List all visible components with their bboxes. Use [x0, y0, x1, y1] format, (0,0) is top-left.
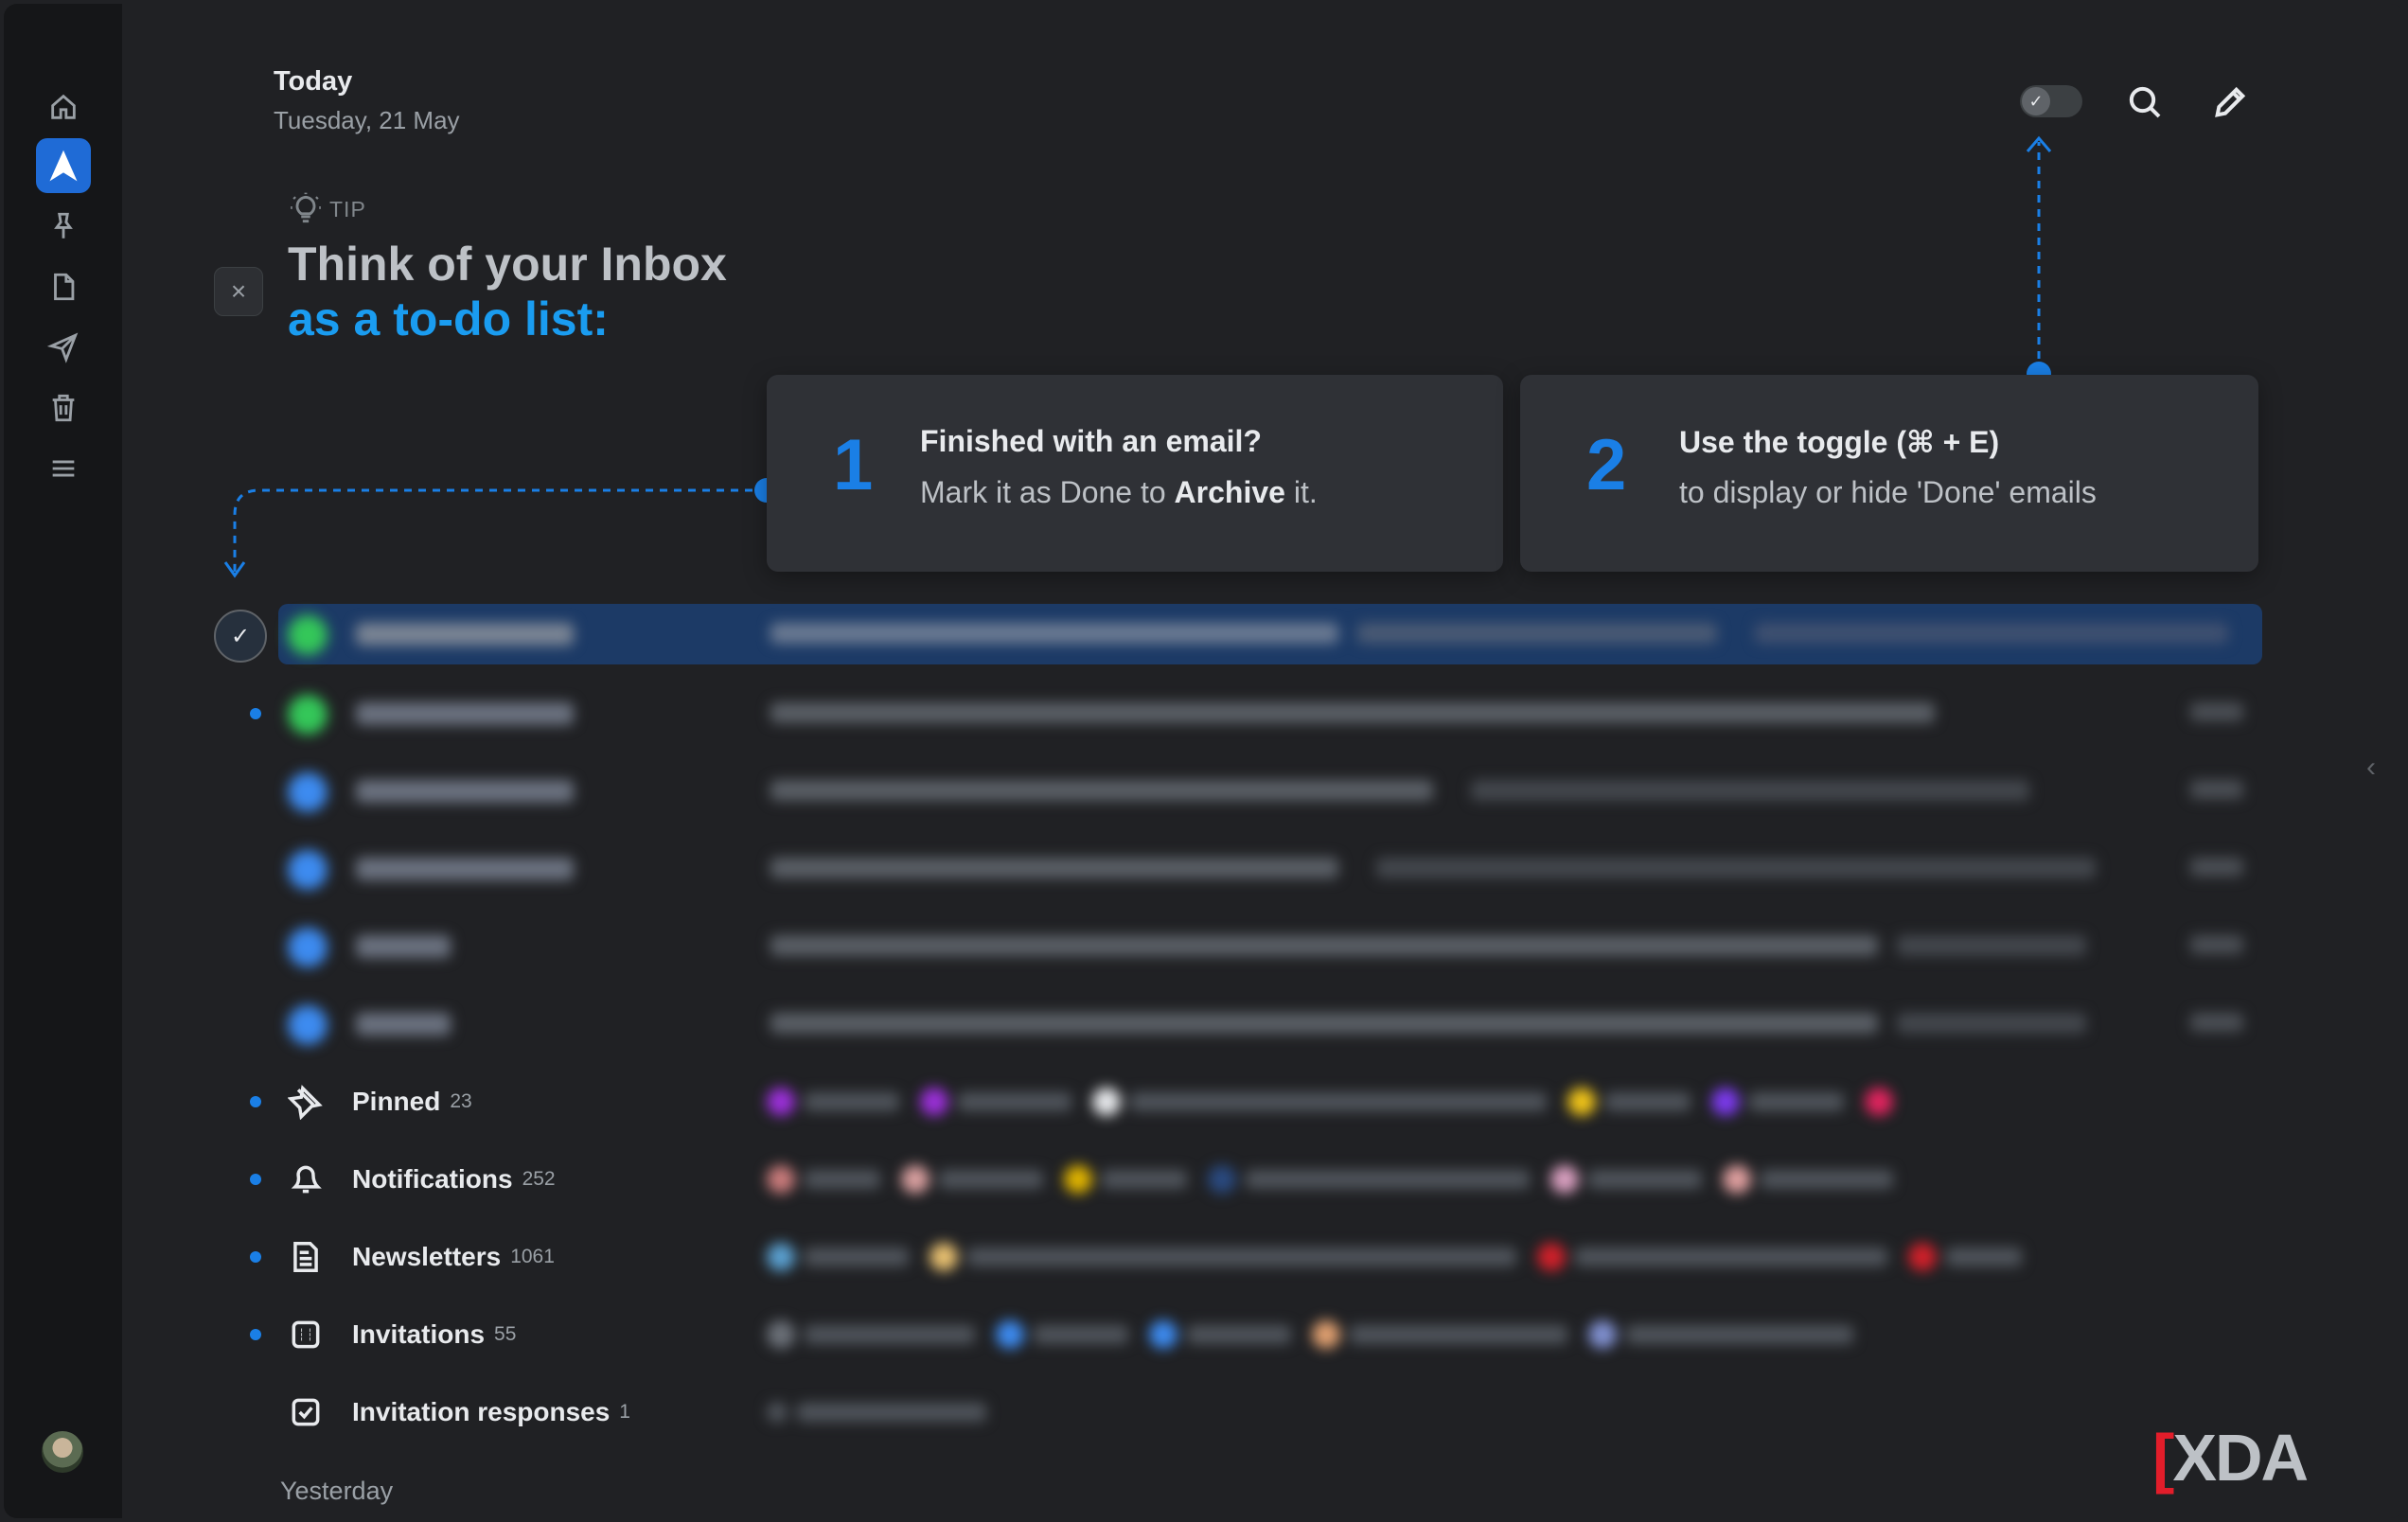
email-row[interactable] — [278, 839, 2262, 899]
page-title: Today — [274, 66, 353, 97]
email-row[interactable] — [278, 761, 2262, 822]
tip-card-1: 1 Finished with an email? Mark it as Don… — [767, 375, 1503, 572]
home-icon — [51, 94, 76, 119]
paper-plane-icon — [47, 332, 79, 363]
send-arrow-icon — [49, 150, 78, 182]
done-toggle[interactable]: ✓ — [2020, 85, 2082, 117]
card-number: 1 — [833, 425, 874, 505]
card-number: 2 — [1586, 425, 1627, 505]
bell-icon — [291, 1165, 322, 1194]
avatar — [288, 772, 328, 812]
tip-headline-highlight: as a to-do list: — [288, 292, 609, 345]
avatar — [288, 695, 328, 734]
newspaper-icon — [293, 1242, 318, 1272]
email-row[interactable] — [278, 994, 2262, 1054]
category-pinned[interactable]: Pinned 23 — [288, 1078, 472, 1125]
close-icon: × — [230, 276, 247, 306]
unread-dot — [250, 708, 261, 719]
avatar[interactable] — [42, 1431, 83, 1473]
pin-icon — [288, 1085, 323, 1120]
page-date: Tuesday, 21 May — [274, 106, 460, 134]
sidebar-home[interactable] — [36, 80, 91, 134]
section-header-yesterday: Yesterday — [280, 1477, 394, 1505]
category-invitations[interactable]: Invitations 55 — [288, 1311, 516, 1358]
compose-button[interactable] — [2211, 83, 2249, 121]
xda-watermark: [XDA — [2152, 1421, 2309, 1495]
trash-icon — [52, 394, 75, 422]
xda-logo-bracket-icon: [ — [2152, 1421, 2174, 1495]
check-icon: ✓ — [2022, 87, 2050, 115]
check-icon: ✓ — [230, 623, 251, 649]
unread-dot — [250, 1174, 261, 1185]
sidebar — [4, 4, 122, 1518]
sidebar-trash[interactable] — [36, 380, 91, 435]
document-icon — [54, 273, 75, 301]
close-tip-button[interactable]: × — [214, 267, 263, 316]
unread-dot — [250, 1329, 261, 1340]
avatar — [288, 1005, 328, 1045]
card-line-2: to display or hide 'Done' emails — [1679, 475, 2097, 509]
card-line-1: Finished with an email? — [920, 424, 1262, 458]
email-row[interactable] — [278, 604, 2262, 664]
avatar — [288, 928, 328, 967]
sidebar-smart-inbox[interactable] — [36, 138, 91, 193]
card-line-1: Use the toggle (⌘ + E) — [1679, 425, 2000, 459]
pin-icon — [54, 212, 73, 239]
unread-dot — [250, 1251, 261, 1263]
category-newsletters[interactable]: Newsletters 1061 — [288, 1233, 555, 1281]
avatar — [288, 615, 328, 655]
sidebar-pinned[interactable] — [36, 199, 91, 254]
search-button[interactable] — [2126, 83, 2164, 121]
tip-label: TIP — [288, 191, 366, 227]
menu-icon — [52, 460, 75, 477]
calendar-check-icon — [292, 1398, 320, 1426]
mark-done-button[interactable]: ✓ — [214, 610, 267, 663]
email-row[interactable] — [278, 916, 2262, 977]
collapse-panel-handle[interactable]: ‹ — [2366, 752, 2376, 784]
tip-headline: Think of your Inbox — [288, 238, 727, 291]
tip-card-2: 2 Use the toggle (⌘ + E) to display or h… — [1520, 375, 2258, 572]
app-window: Today Tuesday, 21 May ✓ × TIP Think of y… — [4, 4, 2404, 1518]
calendar-icon — [292, 1320, 320, 1349]
card-line-2: Mark it as Done to Archive it. — [920, 475, 1318, 509]
unread-dot — [250, 1096, 261, 1107]
lightbulb-icon — [291, 192, 321, 223]
category-invitation-responses[interactable]: Invitation responses 1 — [288, 1389, 630, 1436]
category-notifications[interactable]: Notifications 252 — [288, 1156, 556, 1203]
sidebar-drafts[interactable] — [36, 259, 91, 314]
search-icon — [2129, 86, 2161, 118]
email-row[interactable] — [278, 683, 2262, 744]
avatar — [288, 850, 328, 890]
pencil-icon — [2215, 86, 2246, 117]
sidebar-more[interactable] — [36, 441, 91, 496]
sidebar-sent[interactable] — [36, 320, 91, 375]
